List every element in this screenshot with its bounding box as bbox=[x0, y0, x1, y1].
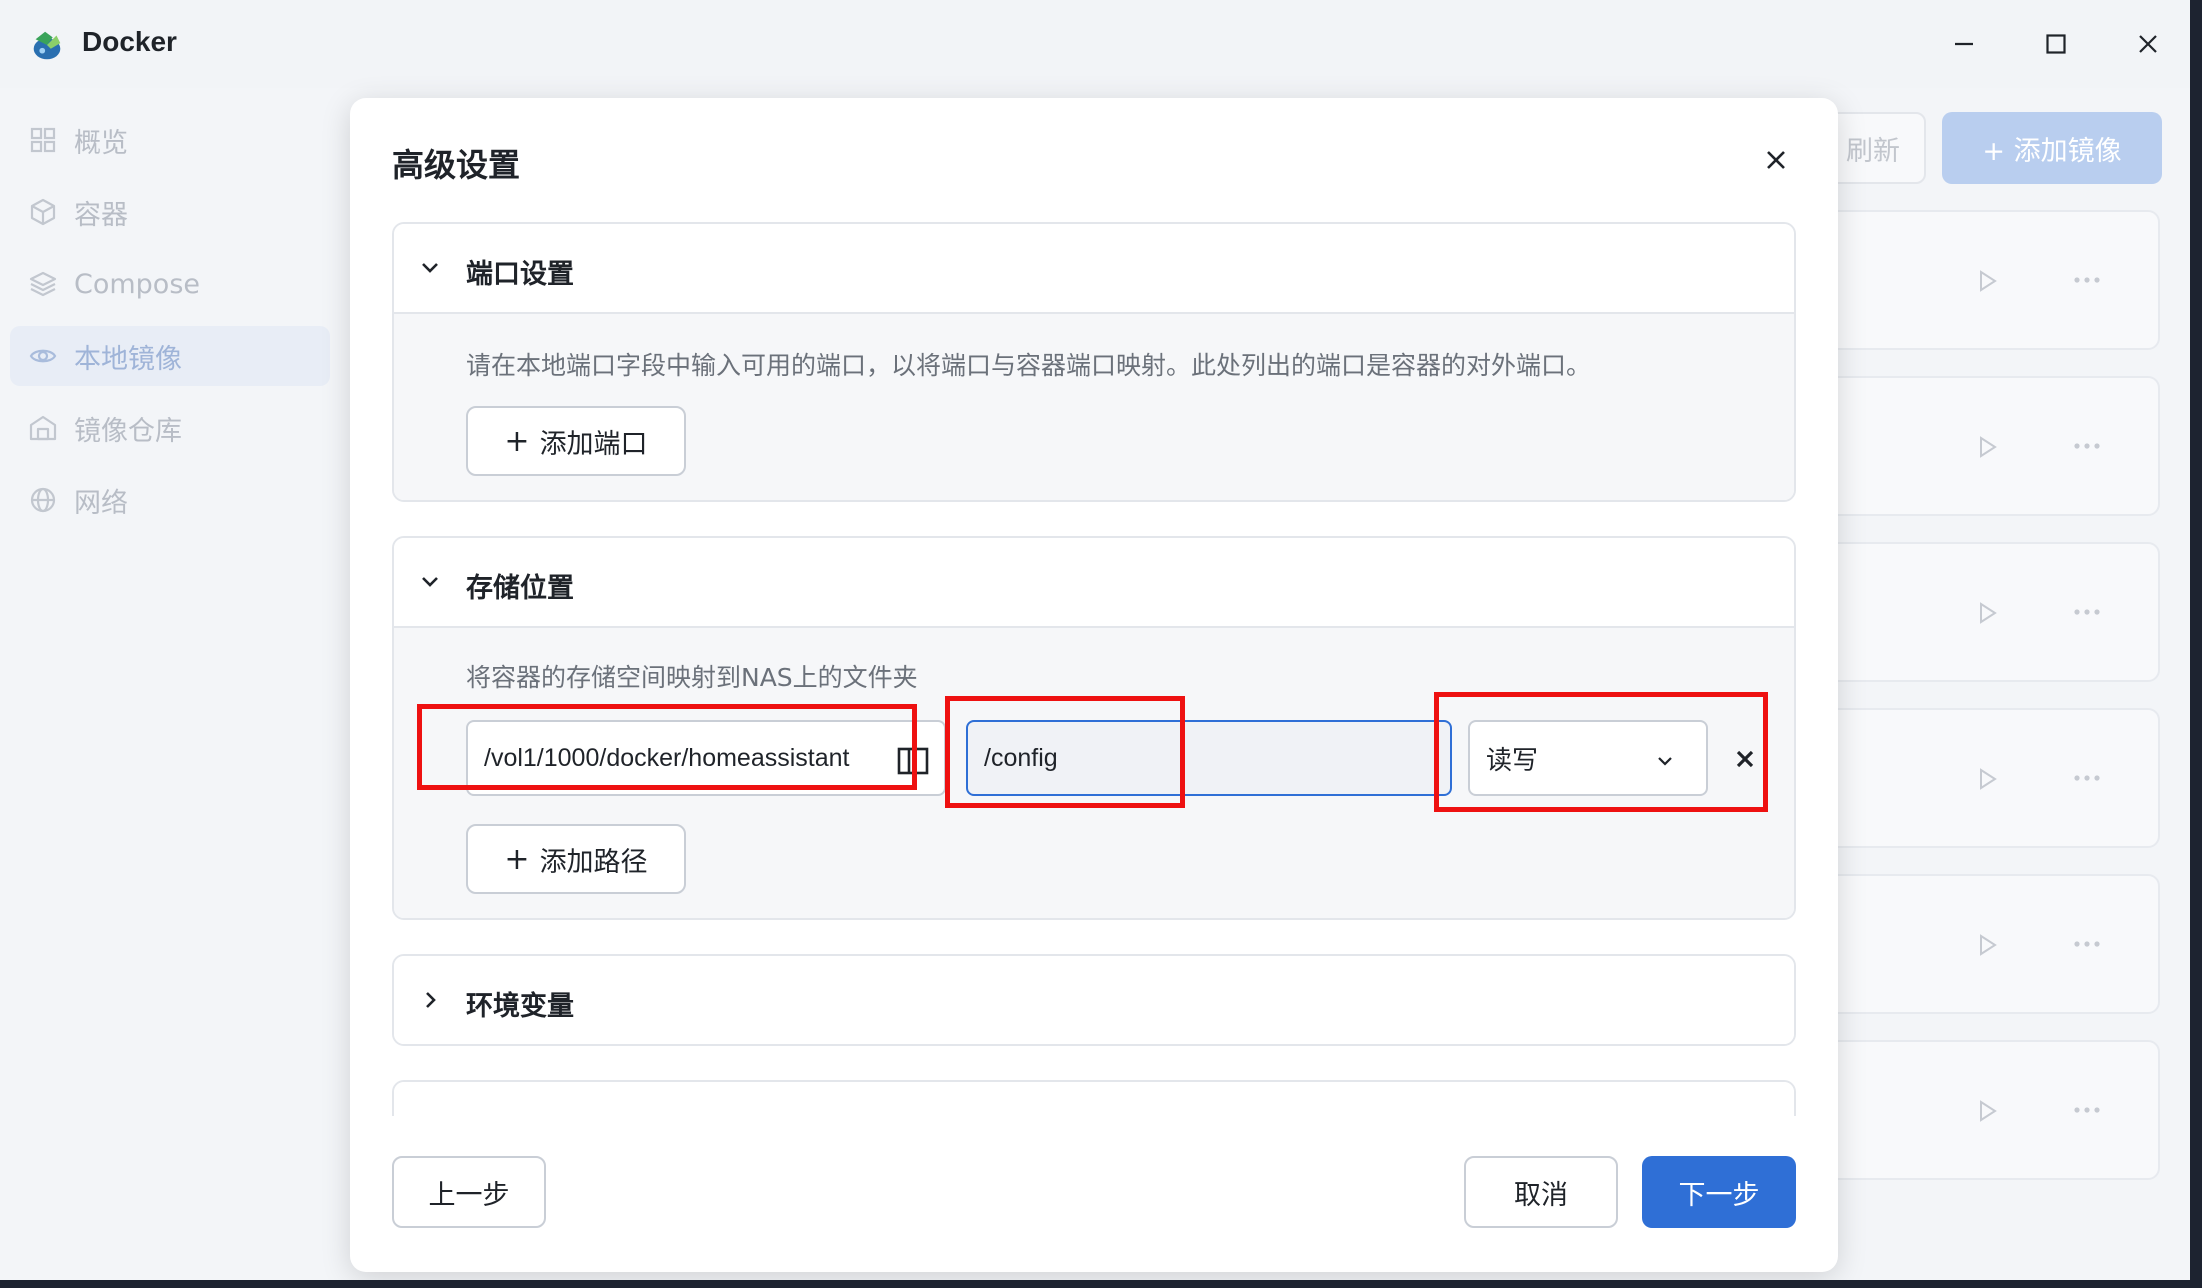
container-path-value: /config bbox=[984, 743, 1058, 772]
eye-icon bbox=[29, 349, 57, 363]
advanced-settings-dialog: 高级设置 端口设置 请在本地端口字段中输入可用的端口，以将端口与容器端口映射。此… bbox=[350, 98, 1838, 1272]
desktop-edge bbox=[2190, 0, 2202, 1288]
image-card bbox=[1790, 376, 2160, 516]
env-section-header[interactable]: 环境变量 bbox=[394, 956, 1794, 1044]
more-icon[interactable] bbox=[2072, 270, 2102, 290]
chevron-down-icon bbox=[422, 577, 438, 587]
sidebar-item-label: 网络 bbox=[74, 487, 128, 519]
sidebar-item-local-images[interactable]: 本地镜像 bbox=[10, 326, 330, 386]
more-icon[interactable] bbox=[2072, 602, 2102, 622]
image-card bbox=[1790, 874, 2160, 1014]
docker-window: Docker 概览 容器 Compose 本地镜像 镜像仓库 网络 刷新 + 添… bbox=[0, 0, 2190, 1280]
play-icon[interactable] bbox=[1974, 932, 2000, 958]
play-icon[interactable] bbox=[1974, 766, 2000, 792]
host-path-value: /vol1/1000/docker/homeassistant bbox=[484, 743, 850, 772]
chevron-down-icon bbox=[1658, 757, 1672, 766]
chevron-right-icon bbox=[426, 992, 436, 1008]
warehouse-icon bbox=[29, 415, 57, 441]
sidebar-item-label: 本地镜像 bbox=[74, 343, 182, 375]
window-close-button[interactable] bbox=[2126, 22, 2170, 66]
storage-section: 存储位置 将容器的存储空间映射到NAS上的文件夹 /vol1/1000/dock… bbox=[392, 536, 1796, 920]
maximize-button[interactable] bbox=[2034, 22, 2078, 66]
remove-path-button[interactable] bbox=[1730, 744, 1760, 774]
sidebar-item-label: Compose bbox=[74, 268, 201, 300]
title-bar: Docker bbox=[0, 0, 2190, 88]
add-path-label: 添加路径 bbox=[539, 846, 648, 878]
image-card bbox=[1790, 1040, 2160, 1180]
sidebar-item-overview[interactable]: 概览 bbox=[10, 110, 330, 170]
sidebar-item-label: 容器 bbox=[74, 199, 128, 231]
add-port-label: 添加端口 bbox=[539, 428, 648, 460]
ports-description: 请在本地端口字段中输入可用的端口，以将端口与容器端口映射。此处列出的端口是容器的… bbox=[466, 351, 1592, 380]
storage-section-body: 将容器的存储空间映射到NAS上的文件夹 /vol1/1000/docker/ho… bbox=[394, 626, 1794, 918]
dialog-title: 高级设置 bbox=[392, 146, 521, 184]
section-title: 环境变量 bbox=[466, 991, 574, 1022]
add-path-button[interactable]: + 添加路径 bbox=[466, 824, 686, 894]
maximize-icon bbox=[2046, 34, 2066, 54]
storage-description: 将容器的存储空间映射到NAS上的文件夹 bbox=[466, 663, 918, 692]
cancel-button[interactable]: 取消 bbox=[1464, 1156, 1618, 1228]
chevron-right-icon bbox=[416, 1112, 444, 1116]
ports-section-body: 请在本地端口字段中输入可用的端口，以将端口与容器端口映射。此处列出的端口是容器的… bbox=[394, 312, 1794, 500]
docker-logo-icon bbox=[33, 31, 61, 60]
more-icon[interactable] bbox=[2072, 436, 2102, 456]
sidebar-item-label: 镜像仓库 bbox=[74, 415, 182, 447]
ports-section-header[interactable]: 端口设置 bbox=[394, 224, 1794, 312]
image-card bbox=[1790, 542, 2160, 682]
close-icon bbox=[1736, 750, 1754, 768]
cube-icon bbox=[30, 198, 56, 226]
more-icon[interactable] bbox=[2072, 1100, 2102, 1120]
dialog-scroll-area[interactable]: 端口设置 请在本地端口字段中输入可用的端口，以将端口与容器端口映射。此处列出的端… bbox=[392, 222, 1796, 1116]
host-path-field[interactable]: /vol1/1000/docker/homeassistant bbox=[466, 720, 946, 796]
more-icon[interactable] bbox=[2072, 934, 2102, 954]
close-icon bbox=[2139, 35, 2157, 53]
dialog-close-button[interactable] bbox=[1756, 140, 1796, 180]
play-icon[interactable] bbox=[1974, 1098, 2000, 1124]
play-icon[interactable] bbox=[1974, 600, 2000, 626]
sidebar-item-compose[interactable]: Compose bbox=[10, 254, 330, 314]
env-section: 环境变量 bbox=[392, 954, 1796, 1046]
permission-value: 读写 bbox=[1486, 745, 1539, 776]
globe-icon bbox=[30, 487, 56, 513]
plus-icon: + bbox=[504, 423, 530, 459]
add-image-button[interactable]: + 添加镜像 bbox=[1942, 112, 2162, 184]
section-title: 存储位置 bbox=[466, 573, 574, 604]
minimize-icon bbox=[1955, 42, 1973, 46]
sidebar: 概览 容器 Compose 本地镜像 镜像仓库 网络 bbox=[0, 88, 340, 1280]
app-title: Docker bbox=[82, 26, 177, 57]
minimize-button[interactable] bbox=[1942, 22, 1986, 66]
plus-icon: + bbox=[504, 841, 530, 877]
sidebar-item-label: 概览 bbox=[74, 127, 128, 159]
more-icon[interactable] bbox=[2072, 768, 2102, 788]
play-icon[interactable] bbox=[1974, 268, 2000, 294]
close-icon bbox=[1767, 151, 1785, 169]
add-port-button[interactable]: + 添加端口 bbox=[466, 406, 686, 476]
play-icon[interactable] bbox=[1974, 434, 2000, 460]
capabilities-section: 功能 bbox=[392, 1080, 1796, 1116]
capabilities-section-header[interactable]: 功能 bbox=[394, 1082, 1794, 1116]
section-title: 功能 bbox=[466, 1110, 520, 1116]
permission-select[interactable]: 读写 bbox=[1468, 720, 1708, 796]
chevron-down-icon bbox=[422, 263, 438, 273]
section-title: 端口设置 bbox=[466, 259, 574, 290]
container-path-field[interactable]: /config bbox=[966, 720, 1452, 796]
sidebar-item-registry[interactable]: 镜像仓库 bbox=[10, 398, 330, 458]
storage-section-header[interactable]: 存储位置 bbox=[394, 538, 1794, 626]
next-step-button[interactable]: 下一步 bbox=[1642, 1156, 1796, 1228]
sidebar-item-network[interactable]: 网络 bbox=[10, 470, 330, 530]
ports-section: 端口设置 请在本地端口字段中输入可用的端口，以将端口与容器端口映射。此处列出的端… bbox=[392, 222, 1796, 502]
grid-icon bbox=[30, 127, 56, 153]
folder-icon[interactable] bbox=[896, 746, 930, 776]
sidebar-item-containers[interactable]: 容器 bbox=[10, 182, 330, 242]
image-card bbox=[1790, 210, 2160, 350]
layers-icon bbox=[29, 271, 57, 297]
image-card bbox=[1790, 708, 2160, 848]
previous-step-button[interactable]: 上一步 bbox=[392, 1156, 546, 1228]
desktop-edge bbox=[0, 1280, 2202, 1288]
